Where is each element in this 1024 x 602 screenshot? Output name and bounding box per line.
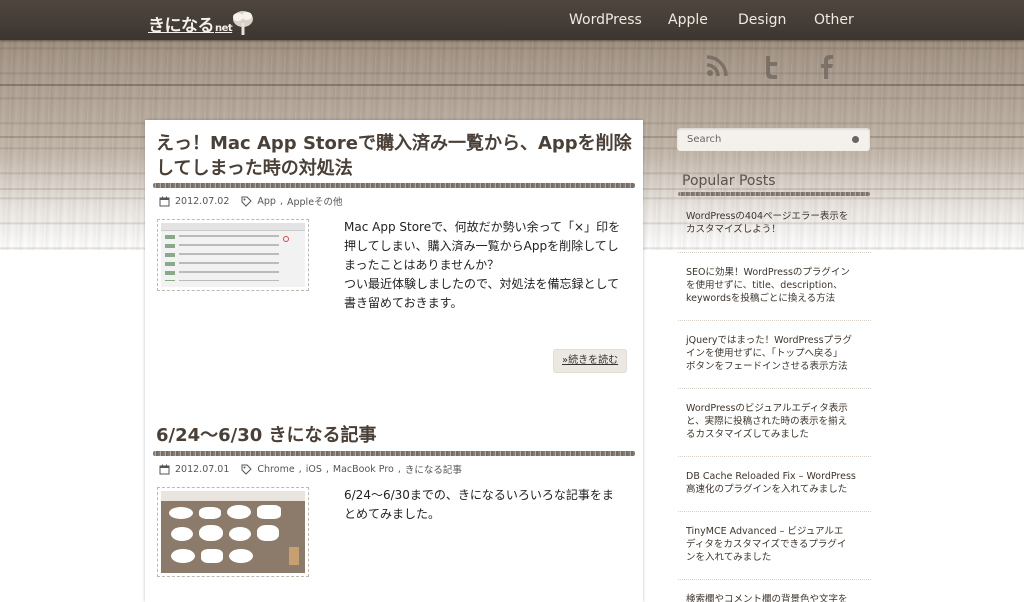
excerpt-line: とめてみました。 xyxy=(344,507,441,521)
popular-post-line: インを使用せずに、「トップへ戻る」 xyxy=(686,348,843,359)
popular-post-line: DB Cache Reloaded Fix – WordPress xyxy=(686,471,856,482)
excerpt-line: つい最近体験しましたので、対処法を備忘録として xyxy=(344,277,620,291)
logo-suffix: net xyxy=(215,23,233,34)
post-meta: 2012.07.01 Chrome , iOS , MacBook Pro , … xyxy=(159,462,462,476)
tag-link[interactable]: きになる記事 xyxy=(405,462,462,476)
site-logo[interactable]: きになる net xyxy=(148,6,254,36)
post-date: 2012.07.01 xyxy=(175,463,230,475)
tag-icon xyxy=(241,464,253,475)
excerpt-line: 書き留めておきます。 xyxy=(344,296,463,310)
tag-link[interactable]: iOS xyxy=(306,464,322,475)
popular-post-line: ボタンをフェードインさせる表示方法 xyxy=(686,361,848,372)
main-content: えっ！Mac App Storeで購入済み一覧から、Appを削除してしまった時の… xyxy=(145,120,643,602)
post-thumbnail[interactable] xyxy=(157,219,309,291)
popular-post-link[interactable]: 検索欄やコメント欄の背景色や文字を xyxy=(678,593,871,602)
popular-post-line: 検索欄やコメント欄の背景色や文字を xyxy=(686,594,848,602)
popular-post-line: カスタマイズしよう！ xyxy=(686,224,781,235)
speech-bubbles-image xyxy=(161,491,305,573)
top-navigation-bar: きになる net WordPress Apple Design Other xyxy=(0,0,1024,40)
popular-post-line: 高速化のプラグインを入れてみました xyxy=(686,484,848,495)
popular-post-line: と、実際に投稿された時の表示を揃え xyxy=(686,416,848,427)
excerpt-line: まったことはありませんか？ xyxy=(344,258,500,272)
app-store-screenshot-image xyxy=(161,223,305,287)
post-date: 2012.07.02 xyxy=(175,195,230,207)
popular-post-line: WordPressの404ページエラー表示を xyxy=(686,211,849,222)
search-box xyxy=(677,128,870,151)
title-divider xyxy=(153,451,635,456)
excerpt-line: 6/24〜6/30までの、きになるいろいろな記事をま xyxy=(344,488,614,502)
nav-item-design[interactable]: Design xyxy=(738,0,786,40)
read-more-button[interactable]: »続きを読む xyxy=(553,349,628,373)
tag-link[interactable]: App xyxy=(257,196,276,207)
popular-post-line: SEOに効果！WordPressのプラグイン xyxy=(686,267,850,278)
tag-icon xyxy=(241,196,253,207)
post-meta: 2012.07.02 App , Appleその他 xyxy=(159,194,343,208)
title-divider xyxy=(153,183,635,188)
nav-item-other[interactable]: Other xyxy=(814,0,854,40)
calendar-icon xyxy=(159,464,170,474)
tree-icon xyxy=(233,11,254,35)
popular-posts-title: Popular Posts xyxy=(682,173,776,189)
excerpt-line: 押してしまい、購入済み一覧からAppを削除してし xyxy=(344,239,619,253)
calendar-icon xyxy=(159,196,170,206)
popular-post-line: WordPressのビジュアルエディタ表示 xyxy=(686,403,848,414)
nav-item-apple[interactable]: Apple xyxy=(668,0,708,40)
popular-post-link[interactable]: WordPressのビジュアルエディタ表示 と、実際に投稿された時の表示を揃え … xyxy=(678,402,871,457)
search-input[interactable] xyxy=(687,131,837,148)
popular-post-link[interactable]: jQueryではまった！WordPressプラグ インを使用せずに、「トップへ戻… xyxy=(678,334,871,389)
popular-post-link[interactable]: TinyMCE Advanced – ビジュアルエ ディタをカスタマイズできるプ… xyxy=(678,525,871,580)
post-thumbnail[interactable] xyxy=(157,487,309,577)
post-title[interactable]: 6/24〜6/30 きになる記事 xyxy=(156,423,632,448)
tag-link[interactable]: Appleその他 xyxy=(287,194,343,208)
facebook-icon[interactable] xyxy=(812,52,842,82)
tag-link[interactable]: MacBook Pro xyxy=(333,464,394,475)
post-excerpt: 6/24〜6/30までの、きになるいろいろな記事をま とめてみました。 xyxy=(344,486,634,524)
popular-post-line: を使用せずに、title、description、 xyxy=(686,280,843,291)
popular-post-line: jQueryではまった！WordPressプラグ xyxy=(686,335,853,346)
post-excerpt: Mac App Storeで、何故だか勢い余って「×」印を 押してしまい、購入済… xyxy=(344,218,634,313)
excerpt-line: Mac App Storeで、何故だか勢い余って「×」印を xyxy=(344,220,621,234)
search-icon[interactable] xyxy=(852,136,859,143)
popular-post-line: TinyMCE Advanced – ビジュアルエ xyxy=(686,526,844,537)
popular-post-link[interactable]: SEOに効果！WordPressのプラグイン を使用せずに、title、desc… xyxy=(678,266,871,321)
post-title[interactable]: えっ！Mac App Storeで購入済み一覧から、Appを削除してしまった時の… xyxy=(156,131,632,181)
popular-post-line: るカスタマイズしてみました xyxy=(686,429,809,440)
popular-post-line: ンを入れてみました xyxy=(686,552,772,563)
rss-icon[interactable] xyxy=(703,52,733,82)
popular-post-line: ディタをカスタマイズできるプラグイ xyxy=(686,539,847,550)
twitter-icon[interactable] xyxy=(757,52,787,82)
popular-post-link[interactable]: DB Cache Reloaded Fix – WordPress 高速化のプラ… xyxy=(678,470,871,512)
tag-link[interactable]: Chrome xyxy=(257,464,294,475)
popular-post-link[interactable]: WordPressの404ページエラー表示を カスタマイズしよう！ xyxy=(678,210,871,253)
logo-text: きになる xyxy=(148,16,215,36)
nav-item-wordpress[interactable]: WordPress xyxy=(569,0,642,40)
popular-posts-divider xyxy=(678,192,870,196)
popular-post-line: keywordsを投稿ごとに換える方法 xyxy=(686,293,836,304)
